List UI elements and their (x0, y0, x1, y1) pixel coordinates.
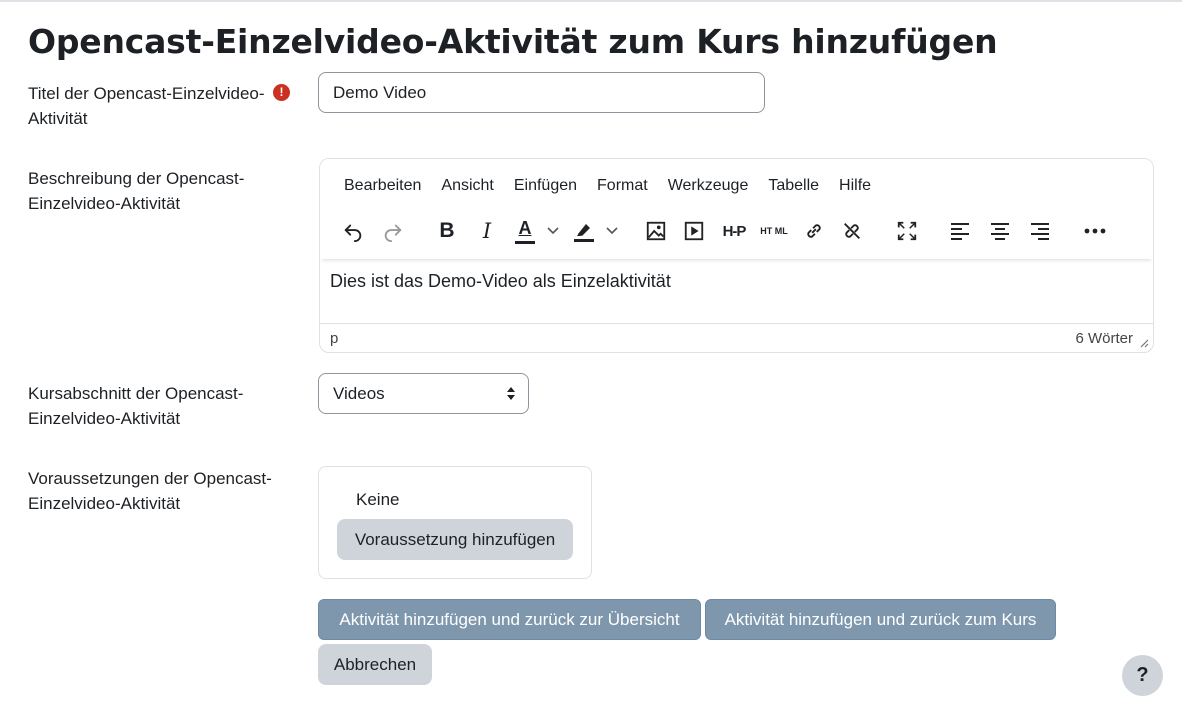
menu-einfuegen[interactable]: Einfügen (504, 171, 587, 201)
more-button[interactable] (1080, 213, 1110, 249)
element-path[interactable]: p (330, 330, 338, 347)
fullscreen-button[interactable] (893, 213, 921, 249)
menu-werkzeuge[interactable]: Werkzeuge (658, 171, 759, 201)
select-arrows-icon (507, 387, 515, 400)
media-icon (684, 221, 704, 241)
text-color-letter: A (518, 218, 532, 238)
html-button[interactable]: HT ML (758, 213, 790, 249)
word-count[interactable]: 6 Wörter (1075, 330, 1133, 347)
section-select[interactable]: Videos (318, 373, 529, 414)
editor-header: Bearbeiten Ansicht Einfügen Format Werkz… (320, 159, 1153, 259)
text-color-icon: A (514, 218, 536, 244)
redo-button[interactable] (378, 213, 408, 249)
image-icon (646, 221, 666, 241)
text-color-button[interactable]: A (512, 213, 538, 249)
bold-button[interactable]: B (434, 213, 460, 249)
undo-icon (344, 224, 362, 242)
link-icon (807, 224, 821, 238)
more-icon (1084, 228, 1106, 234)
resize-handle-icon[interactable] (1139, 338, 1149, 348)
menu-ansicht[interactable]: Ansicht (431, 171, 503, 201)
chevron-down-icon (606, 227, 618, 235)
cancel-button[interactable]: Abbrechen (318, 644, 432, 685)
top-divider (0, 0, 1182, 4)
section-select-value: Videos (333, 384, 385, 403)
align-center-button[interactable] (987, 213, 1013, 249)
align-right-button[interactable] (1027, 213, 1053, 249)
menu-hilfe[interactable]: Hilfe (829, 171, 881, 201)
editor-statusbar: p 6 Wörter (320, 323, 1153, 352)
align-left-button[interactable] (947, 213, 973, 249)
menu-tabelle[interactable]: Tabelle (758, 171, 829, 201)
description-field-label: Beschreibung der Opencast-Einzelvideo-Ak… (28, 169, 245, 213)
section-field-label: Kursabschnitt der Opencast-Einzelvideo-A… (28, 384, 244, 428)
italic-button[interactable]: I (474, 213, 500, 249)
link-button[interactable] (800, 213, 828, 249)
save-return-course-button[interactable]: Aktivität hinzufügen und zurück zum Kurs (705, 599, 1056, 640)
highlight-dropdown[interactable] (604, 213, 620, 249)
description-editor: Bearbeiten Ansicht Einfügen Format Werkz… (319, 158, 1154, 353)
required-exclamation-icon: ! (273, 84, 290, 101)
page-title: Opencast-Einzelvideo-Aktivität zum Kurs … (28, 22, 998, 61)
h5p-button[interactable]: H-P (718, 213, 750, 249)
highlight-button[interactable] (570, 213, 598, 249)
highlight-icon (574, 224, 594, 242)
text-color-dropdown[interactable] (545, 213, 561, 249)
media-button[interactable] (680, 213, 708, 249)
align-left-icon (951, 223, 969, 240)
title-field-label: Titel der Opencast-Einzelvideo-Aktivität (28, 84, 265, 128)
title-input[interactable] (318, 72, 765, 113)
align-right-icon (1031, 223, 1049, 240)
restrictions-none-text: Keine (356, 490, 400, 509)
add-restriction-button[interactable]: Voraussetzung hinzufügen (337, 519, 573, 560)
editor-toolbar: B I A H-P HT ML (320, 213, 1153, 253)
unlink-button[interactable] (838, 213, 866, 249)
restrictions-field-label: Voraussetzungen der Opencast-Einzelvideo… (28, 469, 272, 513)
undo-button[interactable] (338, 213, 368, 249)
redo-icon (384, 224, 402, 242)
editor-content[interactable]: Dies ist das Demo-Video als Einzelaktivi… (330, 271, 1143, 292)
save-return-overview-button[interactable]: Aktivität hinzufügen und zurück zur Über… (318, 599, 701, 640)
unlink-icon (844, 223, 860, 239)
menu-format[interactable]: Format (587, 171, 658, 201)
image-button[interactable] (642, 213, 670, 249)
editor-menubar: Bearbeiten Ansicht Einfügen Format Werkz… (334, 171, 881, 201)
menu-bearbeiten[interactable]: Bearbeiten (334, 171, 431, 201)
restrictions-box: Keine Voraussetzung hinzufügen (318, 466, 592, 579)
chevron-down-icon (547, 227, 559, 235)
fullscreen-icon (897, 221, 917, 241)
help-button[interactable]: ? (1122, 655, 1163, 696)
align-center-icon (991, 223, 1009, 240)
